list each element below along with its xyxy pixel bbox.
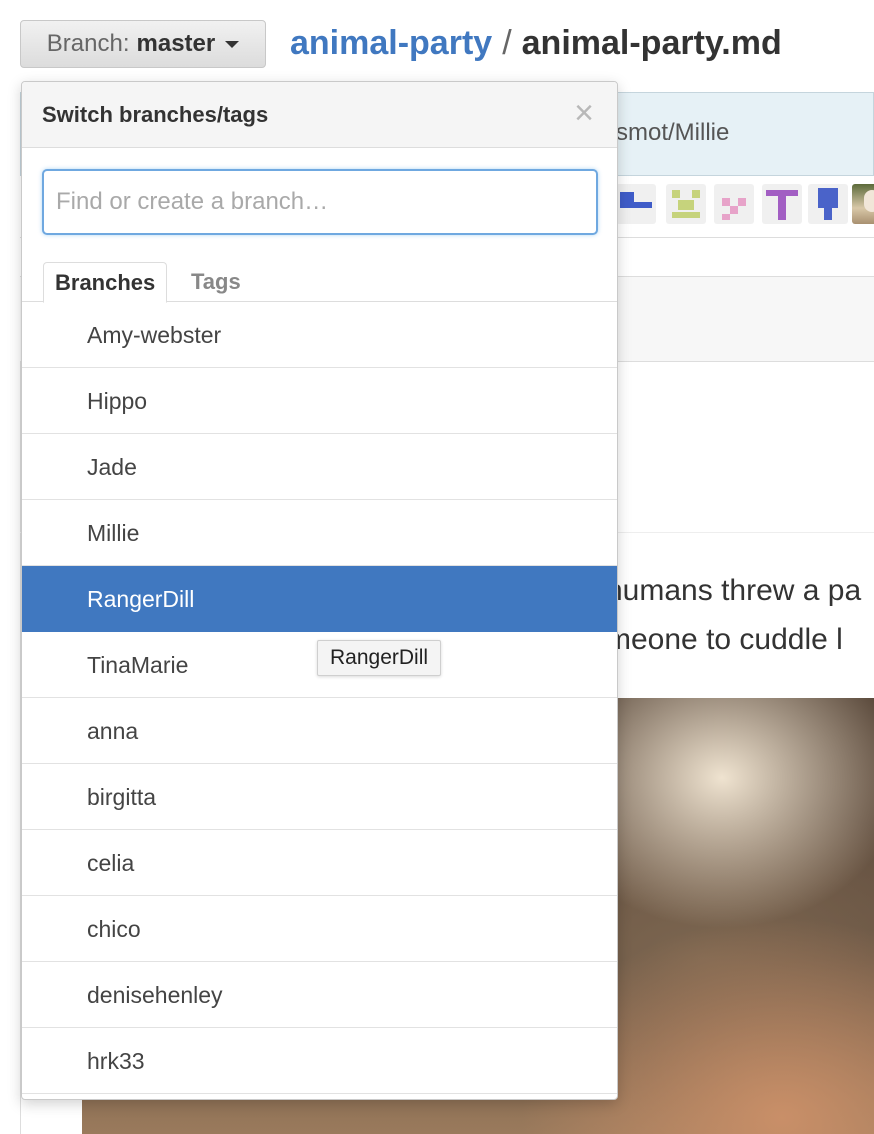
menu-header: Switch branches/tags × bbox=[22, 82, 617, 148]
branch-switcher-menu: Switch branches/tags × Branches Tags Amy… bbox=[21, 81, 618, 1100]
article-text-line: humans threw a pa bbox=[606, 574, 862, 607]
filter-section bbox=[22, 148, 617, 236]
contributor-avatar[interactable] bbox=[762, 184, 802, 224]
contributor-avatar[interactable] bbox=[808, 184, 848, 224]
commit-author-text[interactable]: smot/Millie bbox=[616, 119, 729, 147]
branch-item-highlighted[interactable]: RangerDill bbox=[22, 566, 617, 632]
branch-item[interactable]: Millie bbox=[22, 500, 617, 566]
close-icon[interactable]: × bbox=[569, 96, 599, 130]
chevron-down-icon bbox=[225, 40, 240, 48]
branch-item[interactable]: hrk33 bbox=[22, 1028, 617, 1094]
breadcrumb: animal-party / animal-party.md bbox=[290, 24, 782, 66]
file-name: animal-party.md bbox=[521, 24, 782, 62]
repo-link[interactable]: animal-party bbox=[290, 24, 492, 62]
branch-filter-input[interactable] bbox=[42, 169, 598, 235]
branch-list: Amy-webster Hippo Jade Millie RangerDill… bbox=[22, 302, 617, 1094]
branch-item[interactable]: Amy-webster bbox=[22, 302, 617, 368]
branch-item[interactable]: celia bbox=[22, 830, 617, 896]
contributor-avatar[interactable] bbox=[666, 184, 706, 224]
contributor-photo-avatar[interactable] bbox=[852, 184, 874, 224]
branch-tag-tabs: Branches Tags bbox=[22, 258, 617, 303]
contributor-avatar[interactable] bbox=[714, 184, 754, 224]
branch-label: Branch: bbox=[46, 30, 130, 57]
branch-select-button[interactable]: Branch: master bbox=[20, 20, 266, 68]
branch-item[interactable]: denisehenley bbox=[22, 962, 617, 1028]
branch-item[interactable]: Hippo bbox=[22, 368, 617, 434]
contributor-avatar[interactable] bbox=[616, 184, 656, 224]
tab-branches[interactable]: Branches bbox=[43, 262, 168, 303]
branch-item[interactable]: chico bbox=[22, 896, 617, 962]
branch-item[interactable]: Jade bbox=[22, 434, 617, 500]
menu-title: Switch branches/tags bbox=[42, 102, 269, 127]
branch-item[interactable]: birgitta bbox=[22, 764, 617, 830]
branch-item[interactable]: anna bbox=[22, 698, 617, 764]
current-branch-name: master bbox=[136, 30, 216, 57]
article-text-line: meone to cuddle l bbox=[606, 623, 843, 656]
branch-tooltip: RangerDill bbox=[317, 640, 442, 676]
tab-tags[interactable]: Tags bbox=[180, 262, 252, 302]
breadcrumb-separator: / bbox=[502, 24, 512, 62]
